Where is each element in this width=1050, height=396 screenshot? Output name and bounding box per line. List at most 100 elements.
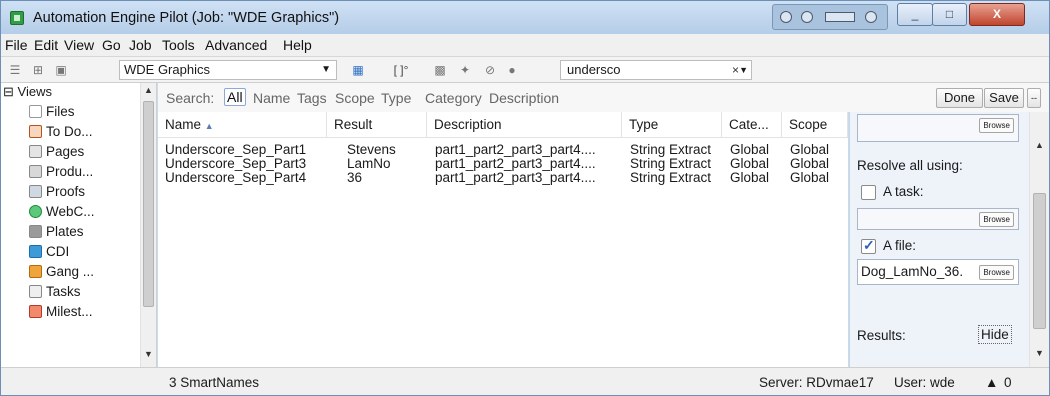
menu-advanced[interactable]: Advanced (205, 37, 267, 53)
job-select-value: WDE Graphics (124, 62, 210, 77)
notification-count: 0 (1004, 375, 1012, 390)
rp-scroll-up-icon[interactable]: ▲ (1030, 140, 1049, 150)
stop-icon[interactable]: ⊘ (481, 61, 499, 79)
cell-name: Underscore_Sep_Part3 (165, 156, 307, 171)
sidebar-item-plates[interactable]: Plates (29, 224, 84, 244)
circle-icon[interactable]: ● (503, 61, 521, 79)
column-header-scope[interactable]: Scope (782, 112, 848, 138)
bar-icon[interactable] (825, 12, 855, 22)
menu-edit[interactable]: Edit (34, 37, 58, 53)
clear-search-icon[interactable]: × (732, 61, 739, 79)
column-header-name[interactable]: Name ▲ (158, 112, 327, 138)
save-button[interactable]: Save (984, 88, 1024, 108)
scroll-up-icon[interactable]: ▲ (141, 85, 156, 95)
filter-name[interactable]: Name (253, 90, 290, 106)
column-header-type[interactable]: Type (622, 112, 722, 138)
proofs-icon (29, 185, 42, 198)
menu-help[interactable]: Help (283, 37, 312, 53)
search-dropdown-icon[interactable]: ▼ (739, 61, 748, 79)
user-status: User: wde (894, 375, 955, 390)
cell-description: part1_part2_part3_part4.... (435, 170, 596, 185)
chevron-down-icon: ▼ (321, 64, 331, 75)
maximize-button[interactable]: □ (932, 3, 967, 26)
record-icon[interactable] (780, 11, 792, 23)
menu-go[interactable]: Go (102, 37, 121, 53)
browse-button-file[interactable]: Browse (979, 265, 1014, 280)
sidebar-item-files[interactable]: Files (29, 104, 75, 124)
grid-view-icon[interactable]: ⊞ (29, 61, 47, 79)
collapse-icon[interactable]: ⊟ (3, 84, 14, 99)
search-filter-bar: Search: All Name Tags Scope Type Categor… (158, 83, 1049, 112)
gear-icon[interactable] (865, 11, 877, 23)
list-view-icon[interactable]: ☰ (6, 61, 24, 79)
cell-category: Global (730, 156, 770, 171)
file-checkbox[interactable] (861, 237, 876, 254)
eye-icon[interactable] (801, 11, 813, 23)
title-bar[interactable]: Automation Engine Pilot (Job: "WDE Graph… (1, 1, 1049, 34)
toolbar: ☰ ⊞ ▣ WDE Graphics ▼ ▦ [ ]° ▩ ✦ ⊘ ● under… (1, 57, 1049, 83)
sidebar-scroll-thumb[interactable] (143, 101, 154, 307)
sidebar-item-products[interactable]: Produ... (29, 164, 93, 184)
sidebar-item-milestones[interactable]: Milest... (29, 304, 93, 324)
menu-tools[interactable]: Tools (162, 37, 195, 53)
browse-button-task[interactable]: Browse (979, 212, 1014, 227)
rp-scroll-down-icon[interactable]: ▼ (1030, 348, 1049, 358)
filter-type[interactable]: Type (381, 90, 411, 106)
sidebar-item-tasks[interactable]: Tasks (29, 284, 81, 304)
resolve-panel: Browse Resolve all using: A task: Browse… (849, 112, 1029, 367)
column-header-result[interactable]: Result (327, 112, 427, 138)
sidebar-item-pages[interactable]: Pages (29, 144, 84, 164)
task-field[interactable]: Browse (857, 208, 1019, 230)
notification-icon[interactable]: ▲ (985, 375, 998, 390)
sidebar-item-cdi[interactable]: CDI (29, 244, 69, 264)
more-button[interactable]: -- (1027, 88, 1041, 108)
filter-category[interactable]: Category (425, 90, 482, 106)
job-select[interactable]: WDE Graphics ▼ (119, 60, 337, 80)
sidebar-scrollbar[interactable]: ▲ ▼ (140, 83, 156, 367)
file-field[interactable]: Dog_LamNo_36. Browse (857, 259, 1019, 285)
sidebar-item-todo[interactable]: To Do... (29, 124, 93, 144)
task-label: A task: (883, 184, 924, 199)
right-panel-scrollbar[interactable]: ▲ ▼ (1029, 112, 1049, 367)
menu-job[interactable]: Job (129, 37, 152, 53)
filter-tags[interactable]: Tags (297, 90, 327, 106)
title-extra-buttons[interactable] (772, 4, 888, 30)
hide-button[interactable]: Hide (978, 325, 1012, 344)
cell-scope: Global (790, 142, 830, 157)
filter-description[interactable]: Description (489, 90, 559, 106)
minimize-button[interactable]: _ (897, 3, 933, 26)
sidebar-item-webcenter[interactable]: WebC... (29, 204, 95, 224)
cell-category: Global (730, 142, 770, 157)
bracket-icon[interactable]: [ ]° (388, 61, 414, 79)
tag-icon[interactable]: ✦ (456, 61, 474, 79)
cell-name: Underscore_Sep_Part1 (165, 142, 307, 157)
task-checkbox[interactable] (861, 185, 876, 200)
top-path-field[interactable]: Browse (857, 114, 1019, 142)
sidebar-item-gang[interactable]: Gang ... (29, 264, 94, 284)
status-bar: 3 SmartNames Server: RDvmae17 User: wde … (1, 367, 1049, 395)
views-header[interactable]: ⊟ Views (3, 84, 52, 100)
cell-type: String Extract (630, 156, 712, 171)
chart-icon[interactable]: ▩ (431, 61, 449, 79)
browse-button-top[interactable]: Browse (979, 118, 1014, 133)
column-header-description[interactable]: Description (427, 112, 622, 138)
rp-scroll-thumb[interactable] (1033, 193, 1046, 329)
menu-file[interactable]: File (5, 37, 28, 53)
done-button[interactable]: Done (936, 88, 983, 108)
panel-view-icon[interactable]: ▣ (52, 61, 70, 79)
cdi-icon (29, 245, 42, 258)
search-input[interactable]: undersco × ▼ (560, 60, 752, 80)
results-label: Results: (857, 328, 906, 343)
close-button[interactable]: X (969, 3, 1025, 26)
folder-add-icon[interactable]: ▦ (349, 61, 367, 79)
pages-icon (29, 145, 42, 158)
sidebar-item-proofs[interactable]: Proofs (29, 184, 85, 204)
file-field-value: Dog_LamNo_36. (861, 264, 964, 279)
scroll-down-icon[interactable]: ▼ (141, 349, 156, 359)
filter-scope[interactable]: Scope (335, 90, 375, 106)
smartnames-table: Name ▲ Result Description Type Cate... S… (158, 112, 848, 367)
cell-scope: Global (790, 156, 830, 171)
filter-all[interactable]: All (224, 88, 246, 106)
column-header-category[interactable]: Cate... (722, 112, 782, 138)
menu-view[interactable]: View (64, 37, 94, 53)
